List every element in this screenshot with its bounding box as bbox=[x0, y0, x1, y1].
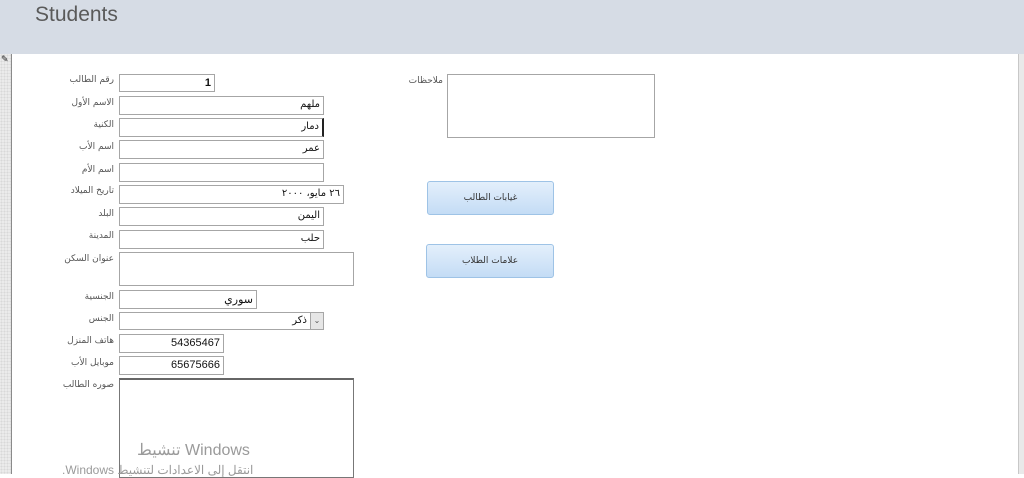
form-header: Students bbox=[0, 0, 1024, 54]
address-field[interactable] bbox=[119, 252, 354, 286]
chevron-down-icon[interactable]: ⌄ bbox=[310, 313, 323, 329]
label-mother-name: اسم الأم bbox=[81, 165, 114, 175]
notes-field[interactable] bbox=[447, 74, 655, 138]
label-gender: الجنس bbox=[88, 314, 114, 324]
activation-watermark-title: تنشيط Windows bbox=[137, 442, 250, 459]
father-mobile-field[interactable]: 65675666 bbox=[119, 356, 224, 375]
city-field[interactable]: حلب bbox=[119, 230, 324, 249]
label-country: البلد bbox=[98, 209, 114, 219]
label-father-mobile: موبايل الأب bbox=[70, 358, 114, 368]
activation-watermark-text: انتقل إلى الاعدادات لتنشيط Windows. bbox=[62, 463, 254, 477]
label-notes: ملاحظات bbox=[408, 76, 443, 86]
student-id-field[interactable]: 1 bbox=[119, 74, 215, 92]
label-city: المدينة bbox=[88, 231, 114, 241]
home-phone-field[interactable]: 54365467 bbox=[119, 334, 224, 353]
nationality-field[interactable]: سوري bbox=[119, 290, 257, 309]
label-address: عنوان السكن bbox=[64, 254, 114, 264]
label-surname: الكنية bbox=[93, 120, 114, 130]
label-nationality: الجنسية bbox=[84, 292, 114, 302]
vertical-scrollbar[interactable] bbox=[1018, 54, 1024, 474]
gender-value: ذكر bbox=[292, 315, 307, 326]
country-field[interactable]: اليمن bbox=[119, 207, 324, 226]
label-student-photo: صوره الطالب bbox=[62, 380, 114, 390]
label-home-phone: هاتف المنزل bbox=[67, 336, 114, 346]
label-student-id: رقم الطالب bbox=[69, 75, 114, 85]
birth-date-field[interactable]: ٢٦ مايو، ٢٠٠٠ bbox=[119, 185, 344, 204]
student-absences-button[interactable]: غيابات الطالب bbox=[427, 181, 554, 215]
label-birth-date: تاريخ الميلاد bbox=[70, 186, 114, 196]
mother-name-field[interactable] bbox=[119, 163, 324, 182]
student-grades-button[interactable]: علامات الطلاب bbox=[426, 244, 554, 278]
father-name-field[interactable]: عمر bbox=[119, 140, 324, 159]
label-first-name: الاسم الأول bbox=[71, 98, 114, 108]
first-name-field[interactable]: ملهم bbox=[119, 96, 324, 115]
label-father-name: اسم الأب bbox=[79, 142, 114, 152]
gender-combo[interactable]: ذكر ⌄ bbox=[119, 312, 324, 330]
surname-field[interactable]: دمار bbox=[119, 118, 324, 137]
